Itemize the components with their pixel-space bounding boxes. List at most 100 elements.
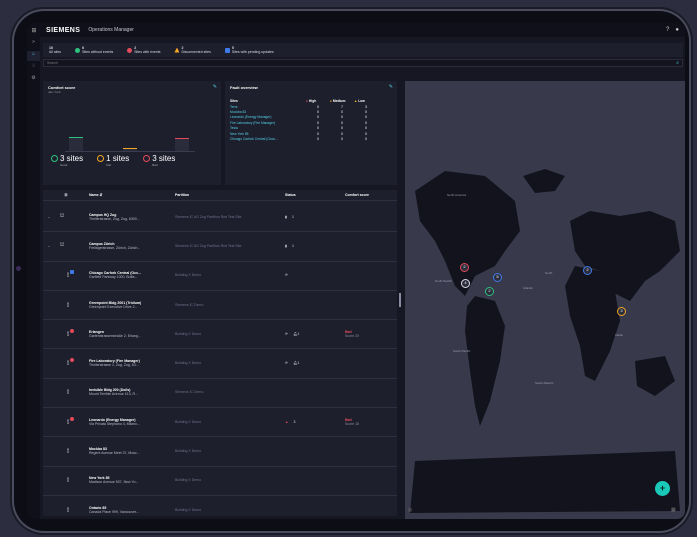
table-row[interactable]: ▯ Leonardo (Energy Manager) Via Privata S…	[43, 407, 397, 438]
table-row[interactable]: ▯ Mockba 83 Regent Avenue Meet 37, Mosc..…	[43, 436, 397, 467]
building-icon: ▯	[66, 477, 70, 484]
site-name-cell[interactable]: Mockba 83 Regent Avenue Meet 37, Mosc...	[89, 447, 161, 455]
site-name-cell[interactable]: Fire Laboratory (Fire Manager) Theilerstr…	[89, 359, 161, 367]
comfort-cell: Bad Score 20	[345, 330, 359, 338]
col-name[interactable]: Name ⇵	[89, 193, 175, 197]
map-cluster-marker[interactable]: 2	[583, 266, 592, 275]
col-status[interactable]: Status	[285, 193, 345, 197]
kpi-good[interactable]: 3 sites Good	[51, 154, 83, 167]
map-layers-icon[interactable]: ▦	[671, 507, 676, 513]
table-row[interactable]: ▯ Invisible Bldg 200 (Dolls) Mount Terrib…	[43, 378, 397, 409]
map-cluster-marker[interactable]: 4	[461, 279, 470, 288]
partition-cell: Building X Demo	[175, 331, 202, 336]
col-medium-label: Medium	[332, 99, 346, 103]
settings-icon[interactable]: ⚙	[27, 75, 40, 85]
col-comfort[interactable]: Comfort score	[345, 193, 369, 197]
comfort-kpis: 3 sites Good 1 sites Fair 3 sites Bad	[51, 154, 175, 167]
left-rail: » ⌂ ♢ ⚙	[27, 37, 40, 519]
site-name-cell[interactable]: Ontario 85 Canada Place 999, Vancouver...	[89, 506, 161, 514]
status-cell: ⟳ 🔔︎1	[285, 332, 299, 336]
fault-low: 0	[365, 136, 367, 141]
comfort-bar-fair	[123, 147, 137, 151]
site-address: Canada Place 999, Vancouver...	[89, 509, 139, 514]
table-row[interactable]: ▯ Ontario 85 Canada Place 999, Vancouver.…	[43, 495, 397, 519]
kpi-label: Good	[60, 163, 68, 167]
table-row[interactable]: ▯ Chicago Carfork Central (Occ... Garfiel…	[43, 261, 397, 291]
summary-disconnected[interactable]: 2 Disconnected sites	[174, 46, 211, 54]
device-icon: ▮	[285, 214, 287, 219]
partition-cell: Siemens IC Demo	[175, 302, 204, 307]
map-svg	[410, 169, 680, 513]
table-row[interactable]: ▯ Fire Laboratory (Fire Manager) Theilers…	[43, 349, 397, 379]
fault-row[interactable]: Chicago Carfork Central (Occu... 0 0 0	[230, 136, 378, 141]
partition-cell: Siemens IC AG Zug Partition Red Test Sit…	[175, 243, 242, 248]
campus-icon: ⛫	[59, 213, 65, 220]
campus-icon: ⛫	[59, 242, 65, 249]
table-row[interactable]: ▯ Erlangen Gartenstrassenstraße 2, Erlang…	[43, 319, 397, 350]
comfort-card-title: Comfort score	[48, 85, 76, 90]
map-cluster-marker[interactable]: 5	[493, 273, 502, 282]
table-row[interactable]: ▯ Greenpoint Bldg 2001 (Tridium) Greenpoi…	[43, 290, 397, 321]
comfort-sub: Score 20	[345, 333, 360, 338]
home-icon[interactable]: ⌂	[27, 51, 40, 61]
map-cluster-marker[interactable]: 3	[617, 307, 626, 316]
alarm-icon[interactable]: ♢	[27, 63, 40, 73]
map-cluster-marker[interactable]: 2	[460, 263, 469, 272]
site-summary: 16 All sites 6 Sites without events 2 Sites…	[43, 43, 683, 57]
sync-icon: ⟳	[285, 331, 288, 336]
expand-chevron-icon[interactable]: ⌄	[43, 244, 55, 248]
summary-without-events[interactable]: 6 Sites without events	[75, 46, 113, 54]
partition-cell: Building X Demo	[175, 507, 202, 512]
table-row[interactable]: ⌄ ⛫ Campus Zürich Freilagerstrasse, Züric…	[43, 231, 397, 262]
kpi-bad[interactable]: 3 sites Bad	[143, 154, 175, 167]
update-icon	[224, 47, 230, 53]
site-address: Regent Avenue Meet 37, Mosc...	[89, 451, 140, 456]
fault-high: 0	[317, 136, 319, 141]
site-name-cell[interactable]: Leonardo (Energy Manager) Via Privata Ste…	[89, 418, 161, 426]
site-address: Freilagerstrasse, Zürich, Zürich...	[89, 245, 141, 250]
site-address: Gartenstrassenstraße 2, Erlang...	[89, 333, 141, 338]
map-cluster-marker[interactable]: 2	[485, 287, 494, 296]
site-name-cell[interactable]: Erlangen Gartenstrassenstraße 2, Erlang..…	[89, 330, 161, 338]
site-name-cell[interactable]: New York 85 Madison Avenue 507, New Yo...	[89, 476, 161, 484]
building-icon: ▯	[61, 416, 75, 425]
table-row[interactable]: ▯ New York 85 Madison Avenue 507, New Yo.…	[43, 466, 397, 496]
user-avatar[interactable]: ●	[675, 27, 679, 33]
splitter-handle[interactable]	[399, 293, 401, 307]
comfort-cell: Bad Score 18	[345, 418, 359, 426]
summary-pending-updates[interactable]: 5 Sites with pending updates	[224, 46, 274, 54]
kpi-label: Fair	[106, 163, 112, 167]
expand-icon[interactable]: »	[27, 39, 40, 49]
site-name-cell[interactable]: Chicago Carfork Central (Occ... Garfield …	[89, 271, 161, 279]
partition-cell: Building X Demo	[175, 478, 202, 483]
event-badge	[70, 358, 74, 363]
help-icon[interactable]: ?	[666, 27, 669, 33]
col-partition[interactable]: Partition	[175, 193, 285, 197]
site-name-cell[interactable]: Campus Zürich Freilagerstrasse, Zürich, Z…	[89, 242, 161, 250]
partition-cell: Siemens IC AG Zug Partition Red Test Sit…	[175, 214, 242, 219]
site-address: Mount Terrible Avenue 413, R...	[89, 392, 138, 397]
edit-icon[interactable]: ✎	[213, 84, 217, 90]
site-name-cell[interactable]: Invisible Bldg 200 (Dolls) Mount Terrible…	[89, 388, 161, 396]
fault-site-link[interactable]: Chicago Carfork Central (Occu...	[230, 136, 306, 141]
world-map[interactable]: North America North Pacific Atlantic Nor…	[405, 81, 685, 519]
summary-all-sites[interactable]: 16 All sites	[49, 46, 61, 54]
fault-overview-card: Fault overview ✎ Sites ● High ● Medium ▲…	[225, 81, 397, 185]
add-site-button[interactable]: +	[655, 481, 670, 496]
search-input[interactable]: Search ⌕	[43, 59, 683, 67]
site-name-cell[interactable]: Campus HQ Zug Theilerstrasse, Zug, Zug, 6…	[89, 213, 161, 221]
search-icon[interactable]: ⌕	[676, 60, 679, 66]
app-switcher-icon[interactable]: ⊞	[27, 27, 41, 34]
table-row[interactable]: ⌄ ⛫ Campus HQ Zug Theilerstrasse, Zug, Zu…	[43, 202, 397, 233]
kpi-fair[interactable]: 1 sites Fair	[97, 154, 129, 167]
alarm-count: 🔔︎1	[292, 331, 300, 336]
filter-icon[interactable]: ☰	[43, 193, 89, 197]
edit-icon[interactable]: ✎	[389, 84, 393, 90]
summary-with-events[interactable]: 2 Sites with events	[127, 46, 160, 54]
comfort-bar-bad	[175, 138, 189, 151]
summary-label: Sites without events	[82, 50, 114, 54]
expand-chevron-icon[interactable]: ⌄	[43, 215, 55, 219]
building-icon: ▯	[66, 506, 70, 513]
map-attribution-icon[interactable]: ◎	[408, 507, 412, 513]
site-name-cell[interactable]: Greenpoint Bldg 2001 (Tridium) Greenpoint…	[89, 301, 161, 309]
